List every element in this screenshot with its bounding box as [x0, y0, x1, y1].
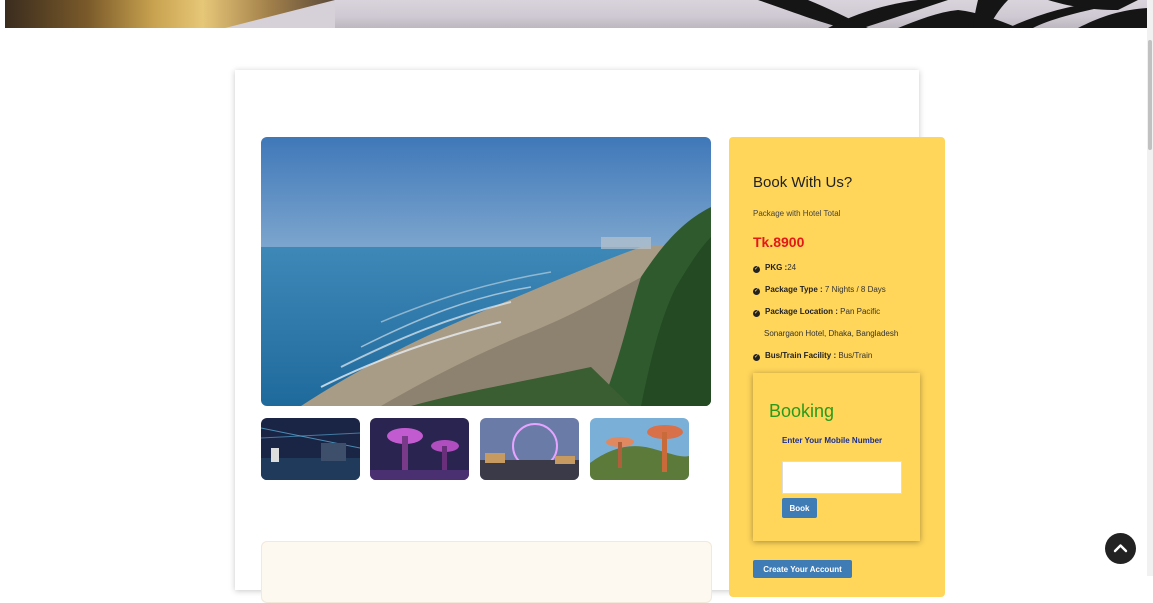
chevron-up-icon: [1113, 544, 1128, 553]
scroll-to-top-button[interactable]: [1105, 533, 1136, 564]
thumbnail-4[interactable]: [590, 418, 689, 480]
page-scrollbar[interactable]: [1147, 0, 1153, 576]
feature-value: Bus/Train: [838, 351, 873, 360]
booking-panel: Book With Us? Package with Hotel Total T…: [729, 137, 945, 597]
booking-form: Booking Enter Your Mobile Number Book: [753, 373, 920, 541]
booking-panel-title: Book With Us?: [753, 174, 853, 191]
check-circle-icon: ✓: [753, 266, 760, 273]
feature-value: 24: [787, 263, 797, 272]
thumbnail-2-photo: [370, 418, 469, 480]
beach-photo: [261, 137, 711, 406]
check-circle-icon: ✓: [753, 310, 760, 317]
package-total-label: Package with Hotel Total: [753, 209, 841, 218]
package-description-box: [261, 541, 712, 603]
check-circle-icon: ✓: [753, 354, 760, 361]
feature-value: 7 Nights / 8 Days: [824, 285, 886, 294]
booking-form-title: Booking: [769, 401, 835, 421]
feature-pkg: ✓ PKG :24: [753, 262, 796, 274]
thumbnail-1[interactable]: [261, 418, 360, 480]
thumbnail-1-photo: [261, 418, 360, 480]
feature-package-location: ✓ Package Location : Pan Pacific: [753, 306, 880, 318]
feature-package-type: ✓ Package Type : 7 Nights / 8 Days: [753, 284, 886, 296]
banner-hotel-photo: [5, 0, 335, 28]
feature-label: Bus/Train Facility :: [765, 351, 837, 360]
book-button[interactable]: Book: [782, 498, 817, 518]
package-price: Tk.8900: [753, 234, 805, 250]
package-main-image[interactable]: [261, 137, 711, 406]
feature-value: Pan Pacific: [840, 307, 881, 316]
feature-label: PKG :: [765, 263, 788, 272]
mobile-number-input[interactable]: [782, 461, 902, 494]
banner-palm-silhouette: [758, 0, 1148, 28]
feature-bus-train: ✓ Bus/Train Facility : Bus/Train: [753, 350, 872, 362]
scrollbar-thumb[interactable]: [1148, 40, 1152, 150]
feature-label: Package Location :: [765, 307, 838, 316]
location-continuation: Sonargaon Hotel, Dhaka, Bangladesh: [764, 329, 899, 338]
header-banner-image: [5, 0, 1148, 28]
thumbnail-4-photo: [590, 418, 689, 480]
thumbnail-3[interactable]: [480, 418, 579, 480]
thumbnail-2[interactable]: [370, 418, 469, 480]
feature-label: Package Type :: [765, 285, 823, 294]
check-circle-icon: ✓: [753, 288, 760, 295]
thumbnail-3-photo: [480, 418, 579, 480]
mobile-number-label: Enter Your Mobile Number: [782, 436, 883, 445]
create-account-button[interactable]: Create Your Account: [753, 560, 852, 578]
